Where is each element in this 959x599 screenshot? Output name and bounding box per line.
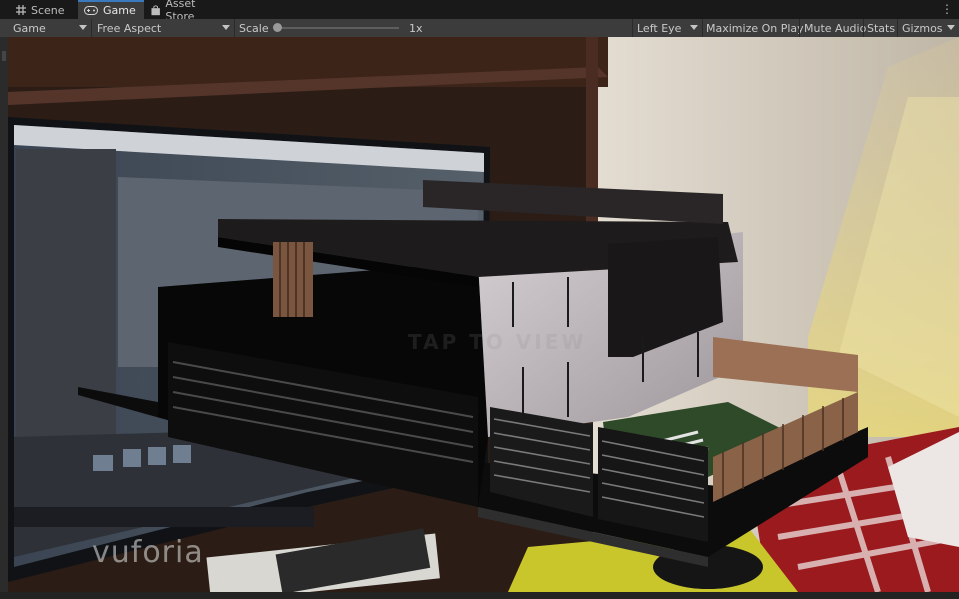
bag-icon xyxy=(151,4,160,15)
panel-grip xyxy=(2,51,6,61)
divider xyxy=(234,19,235,37)
faint-watermark: TAP TO VIEW xyxy=(408,330,587,354)
tab-game-label: Game xyxy=(103,4,136,17)
status-bar xyxy=(0,592,959,599)
game-viewport[interactable]: TAP TO VIEW xyxy=(8,37,959,592)
monitor-taskbar xyxy=(14,507,314,527)
display-dropdown[interactable]: Game xyxy=(8,19,91,37)
chevron-down-icon xyxy=(947,25,955,30)
gizmos-dropdown-label: Gizmos xyxy=(902,21,943,35)
scale-slider-track[interactable] xyxy=(279,27,399,29)
scale-label: Scale xyxy=(239,21,269,35)
aspect-dropdown-value: Free Aspect xyxy=(97,21,162,35)
tab-scene[interactable]: Scene xyxy=(10,1,78,19)
maximize-on-play-toggle[interactable]: Maximize On Play xyxy=(706,19,804,37)
chevron-down-icon xyxy=(79,25,87,30)
eye-dropdown[interactable]: Left Eye xyxy=(632,19,702,37)
tab-scene-label: Scene xyxy=(31,3,65,17)
ar-camera-scene xyxy=(8,37,959,592)
hash-icon xyxy=(16,5,26,15)
gizmos-dropdown[interactable]: Gizmos xyxy=(897,19,959,37)
divider xyxy=(702,19,703,37)
tab-game[interactable]: Game xyxy=(78,0,144,19)
gamepad-icon xyxy=(84,6,98,15)
mute-audio-toggle[interactable]: Mute Audio xyxy=(804,19,866,37)
divider xyxy=(863,19,864,37)
aspect-dropdown[interactable]: Free Aspect xyxy=(92,19,234,37)
display-dropdown-value: Game xyxy=(13,21,46,35)
tab-asset-store[interactable]: Asset Store xyxy=(145,0,230,23)
more-options-icon[interactable]: ⋮ xyxy=(941,2,953,16)
scale-value: 1x xyxy=(409,21,423,35)
monitor-hierarchy-panel xyxy=(16,149,116,469)
eye-dropdown-value: Left Eye xyxy=(637,21,682,35)
left-edge-strip xyxy=(0,37,8,592)
tab-bar: Scene Game Asset Store ⋮ xyxy=(0,0,959,23)
wood-panel-upper xyxy=(273,242,313,317)
vuforia-logo: vuforia xyxy=(92,535,204,570)
divider xyxy=(799,19,800,37)
chevron-down-icon xyxy=(690,25,698,30)
stats-toggle[interactable]: Stats xyxy=(867,19,895,37)
scale-slider-handle[interactable] xyxy=(273,23,282,32)
chevron-down-icon xyxy=(222,25,230,30)
game-toolbar: Game Free Aspect Scale 1x Left Eye Maxim… xyxy=(0,19,959,38)
